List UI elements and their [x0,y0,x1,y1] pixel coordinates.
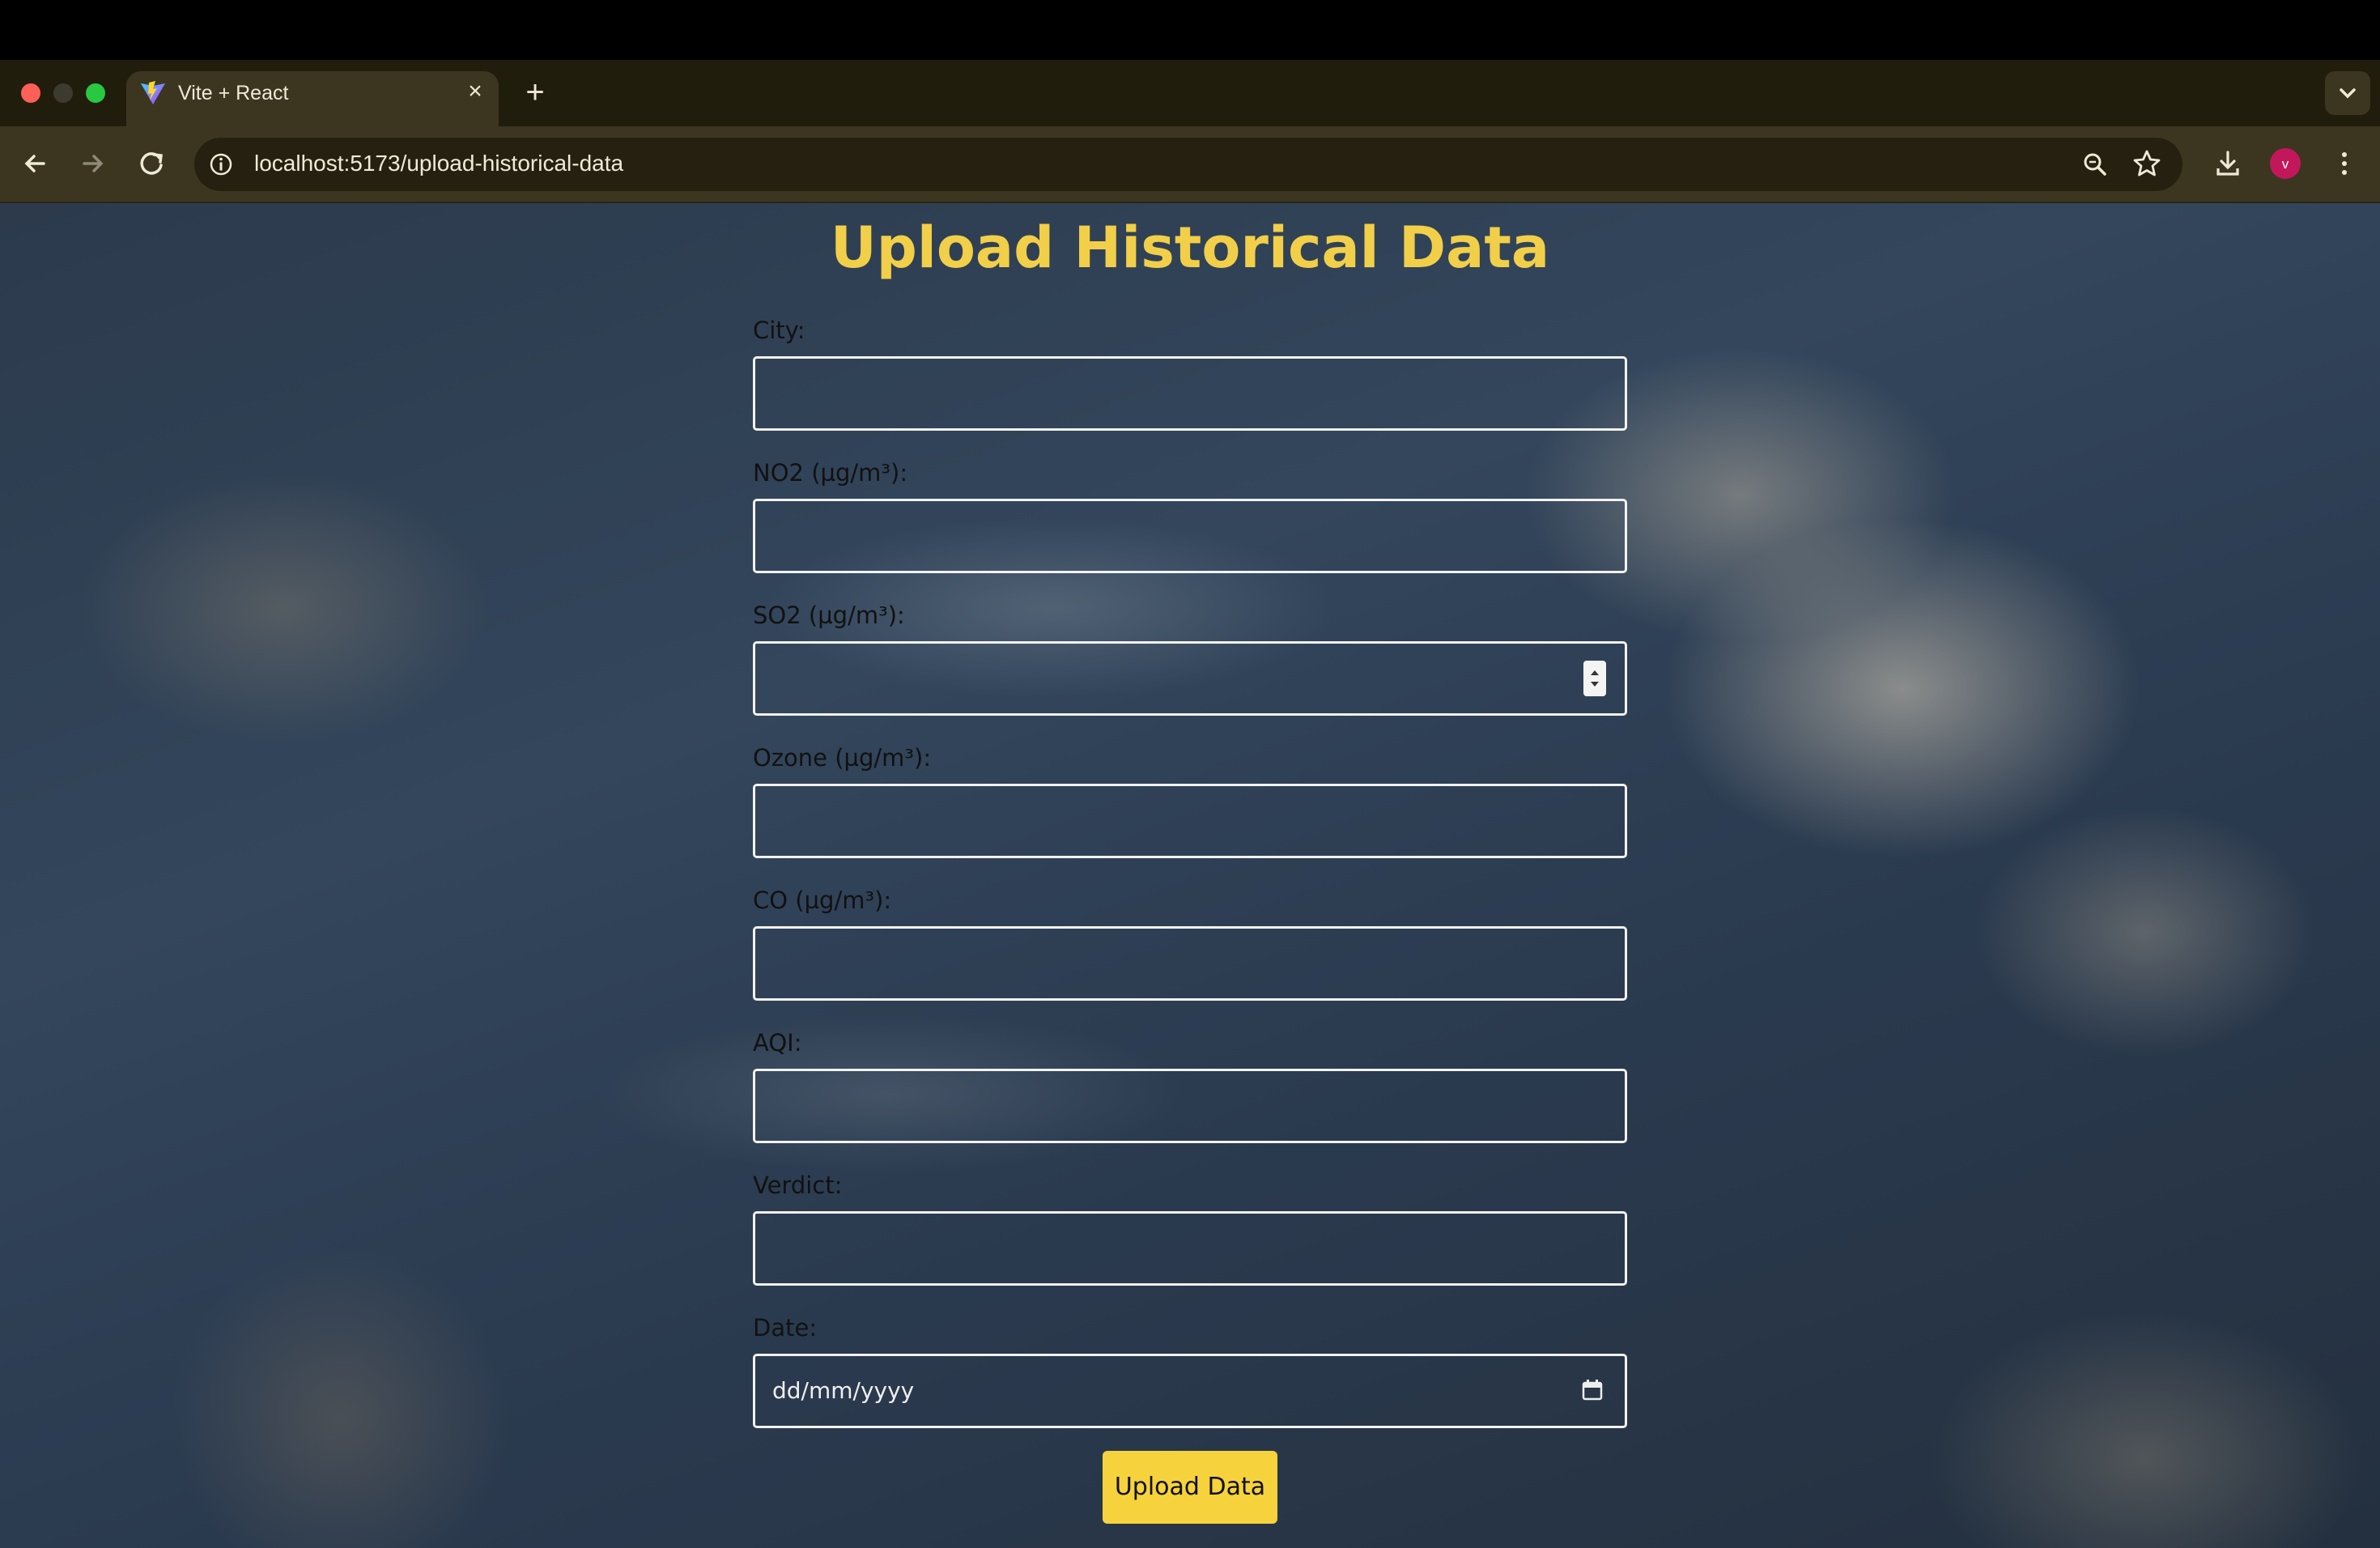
back-arrow-icon[interactable] [18,146,53,181]
spinner-arrows-icon [1591,670,1599,687]
close-tab-icon[interactable]: × [463,78,487,105]
download-icon[interactable] [2212,147,2244,180]
no2-label: NO2 (µg/m³): [753,459,908,487]
minimize-window-button[interactable] [53,83,73,103]
chevron-down-icon [2340,88,2356,99]
so2-label: SO2 (µg/m³): [753,602,905,629]
tab-title: Vite + React [178,82,289,104]
calendar-icon[interactable] [1580,1378,1604,1402]
zoom-icon[interactable] [2079,148,2111,181]
system-menu-bar [0,0,2380,60]
no2-input[interactable] [753,499,1627,573]
close-window-button[interactable] [21,83,40,103]
co-label: CO (µg/m³): [753,887,892,914]
ozone-label: Ozone (µg/m³): [753,744,932,772]
page-title: Upload Historical Data [830,215,1550,281]
vite-logo-icon [139,79,167,107]
so2-input[interactable] [753,641,1627,716]
upload-data-button[interactable]: Upload Data [1103,1451,1277,1524]
menu-dots-icon[interactable] [2328,147,2361,180]
number-spinner[interactable] [1583,661,1606,696]
city-label: City: [753,317,805,344]
forward-arrow-icon[interactable] [74,146,110,181]
ozone-input[interactable] [753,784,1627,858]
star-icon[interactable] [2131,147,2163,180]
url-text[interactable]: localhost:5173/upload-historical-data [254,149,623,178]
co-input[interactable] [753,926,1627,1001]
info-icon[interactable] [207,151,235,178]
profile-avatar[interactable]: v [2269,147,2301,180]
tab-list-button[interactable] [2325,71,2370,115]
svg-text:v: v [2282,156,2289,172]
date-placeholder: dd/mm/yyyy [772,1377,915,1404]
date-label: Date: [753,1314,818,1342]
city-input[interactable] [753,356,1627,431]
aqi-label: AQI: [753,1029,802,1057]
verdict-input[interactable] [753,1211,1627,1286]
verdict-label: Verdict: [753,1172,843,1199]
reload-icon[interactable] [134,146,170,181]
maximize-window-button[interactable] [86,83,105,103]
aqi-input[interactable] [753,1069,1627,1143]
new-tab-icon[interactable]: + [521,76,549,108]
